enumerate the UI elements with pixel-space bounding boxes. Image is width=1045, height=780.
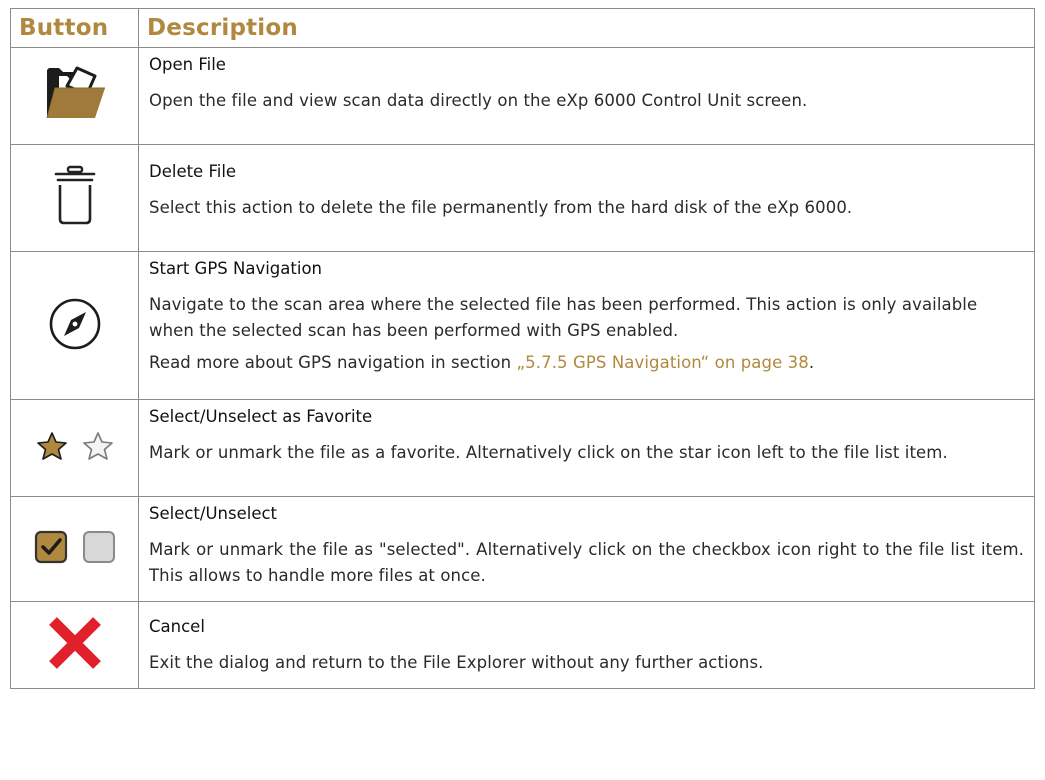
description-cell: Cancel Exit the dialog and return to the… bbox=[138, 601, 1035, 689]
row-text: Mark or unmark the file as a favorite. A… bbox=[149, 443, 948, 462]
header-description: Description bbox=[138, 8, 1035, 48]
trash-icon bbox=[53, 165, 97, 231]
row-title: Open File bbox=[149, 55, 226, 74]
icon-cell bbox=[10, 399, 139, 497]
table-row: Cancel Exit the dialog and return to the… bbox=[10, 601, 1035, 689]
row-title: Start GPS Navigation bbox=[149, 259, 323, 278]
star-filled-icon bbox=[36, 431, 68, 465]
description-cell: Start GPS Navigation Navigate to the sca… bbox=[138, 251, 1035, 400]
section-link[interactable]: „5.7.5 GPS Navigation“ on page 38 bbox=[517, 353, 809, 372]
read-more-suffix: . bbox=[808, 353, 815, 372]
row-title: Select/Unselect bbox=[149, 504, 278, 523]
description-cell: Delete File Select this action to delete… bbox=[138, 144, 1035, 252]
description-cell: Select/Unselect as Favorite Mark or unma… bbox=[138, 399, 1035, 497]
read-more-prefix: Read more about GPS navigation in sectio… bbox=[149, 353, 517, 372]
star-outline-icon bbox=[82, 431, 114, 465]
row-title: Select/Unselect as Favorite bbox=[149, 407, 373, 426]
icon-cell bbox=[10, 601, 139, 689]
button-description-table: Button Description Open File Open the fi… bbox=[10, 8, 1035, 689]
table-row: Start GPS Navigation Navigate to the sca… bbox=[10, 251, 1035, 400]
icon-cell bbox=[10, 496, 139, 602]
row-title: Delete File bbox=[149, 162, 237, 181]
icon-cell bbox=[10, 251, 139, 400]
row-text: Select this action to delete the file pe… bbox=[149, 198, 853, 217]
checkbox-empty-icon bbox=[82, 530, 116, 568]
cancel-x-icon bbox=[47, 617, 103, 675]
description-cell: Select/Unselect Mark or unmark the file … bbox=[138, 496, 1035, 602]
read-more-text: Read more about GPS navigation in sectio… bbox=[149, 350, 1024, 376]
table-row: Open File Open the file and view scan da… bbox=[10, 47, 1035, 145]
row-text: Navigate to the scan area where the sele… bbox=[149, 295, 978, 340]
table-row: Delete File Select this action to delete… bbox=[10, 144, 1035, 252]
table-row: Select/Unselect Mark or unmark the file … bbox=[10, 496, 1035, 602]
row-title: Cancel bbox=[149, 617, 205, 636]
open-folder-icon bbox=[43, 66, 107, 126]
table-header-row: Button Description bbox=[10, 8, 1035, 48]
table-row: Select/Unselect as Favorite Mark or unma… bbox=[10, 399, 1035, 497]
icon-cell bbox=[10, 47, 139, 145]
checkbox-checked-icon bbox=[34, 530, 68, 568]
row-text: Open the file and view scan data directl… bbox=[149, 91, 808, 110]
compass-icon bbox=[48, 298, 102, 355]
icon-cell bbox=[10, 144, 139, 252]
row-text: Exit the dialog and return to the File E… bbox=[149, 653, 764, 672]
header-button: Button bbox=[10, 8, 139, 48]
description-cell: Open File Open the file and view scan da… bbox=[138, 47, 1035, 145]
row-text: Mark or unmark the file as "selected". A… bbox=[149, 540, 1024, 585]
